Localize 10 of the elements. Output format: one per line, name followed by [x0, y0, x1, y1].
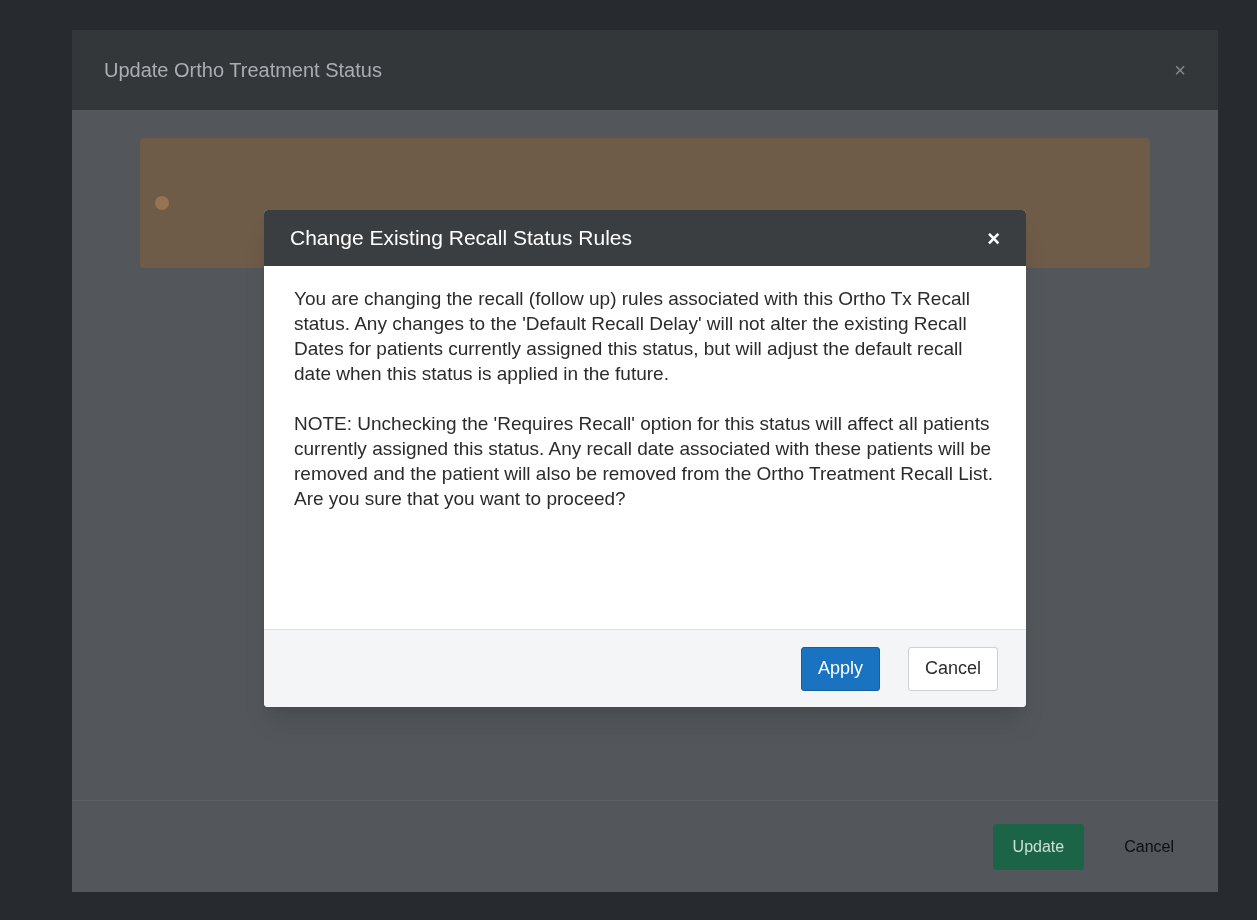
- close-button[interactable]: ×: [1174, 55, 1186, 85]
- update-button[interactable]: Update: [992, 823, 1085, 870]
- dialog-title: Update Ortho Treatment Status: [104, 58, 382, 83]
- dialog-title: Change Existing Recall Status Rules: [290, 225, 632, 252]
- cancel-link[interactable]: Cancel: [1124, 834, 1174, 859]
- apply-button[interactable]: Apply: [800, 646, 880, 691]
- message-paragraph: NOTE: Unchecking the 'Requires Recall' option for this status will affect all patients currently assigned this status. Any recall date associated with these patients will be removed and the patient will also be removed from the Ortho Treatment Recall List. Are you sure that you want to proceed?: [294, 412, 995, 511]
- message-paragraph: You are changing the recall (follow up) rules associated with this Ortho Tx Recall status. Any changes to the 'Default Recall Delay' will not alter the existing Recall Dates for patients currently assigned this status, but will adjust the default recall date when this status is applied in the future.: [294, 287, 971, 386]
- cancel-button[interactable]: Cancel: [907, 646, 998, 691]
- close-button[interactable]: ×: [987, 221, 1000, 255]
